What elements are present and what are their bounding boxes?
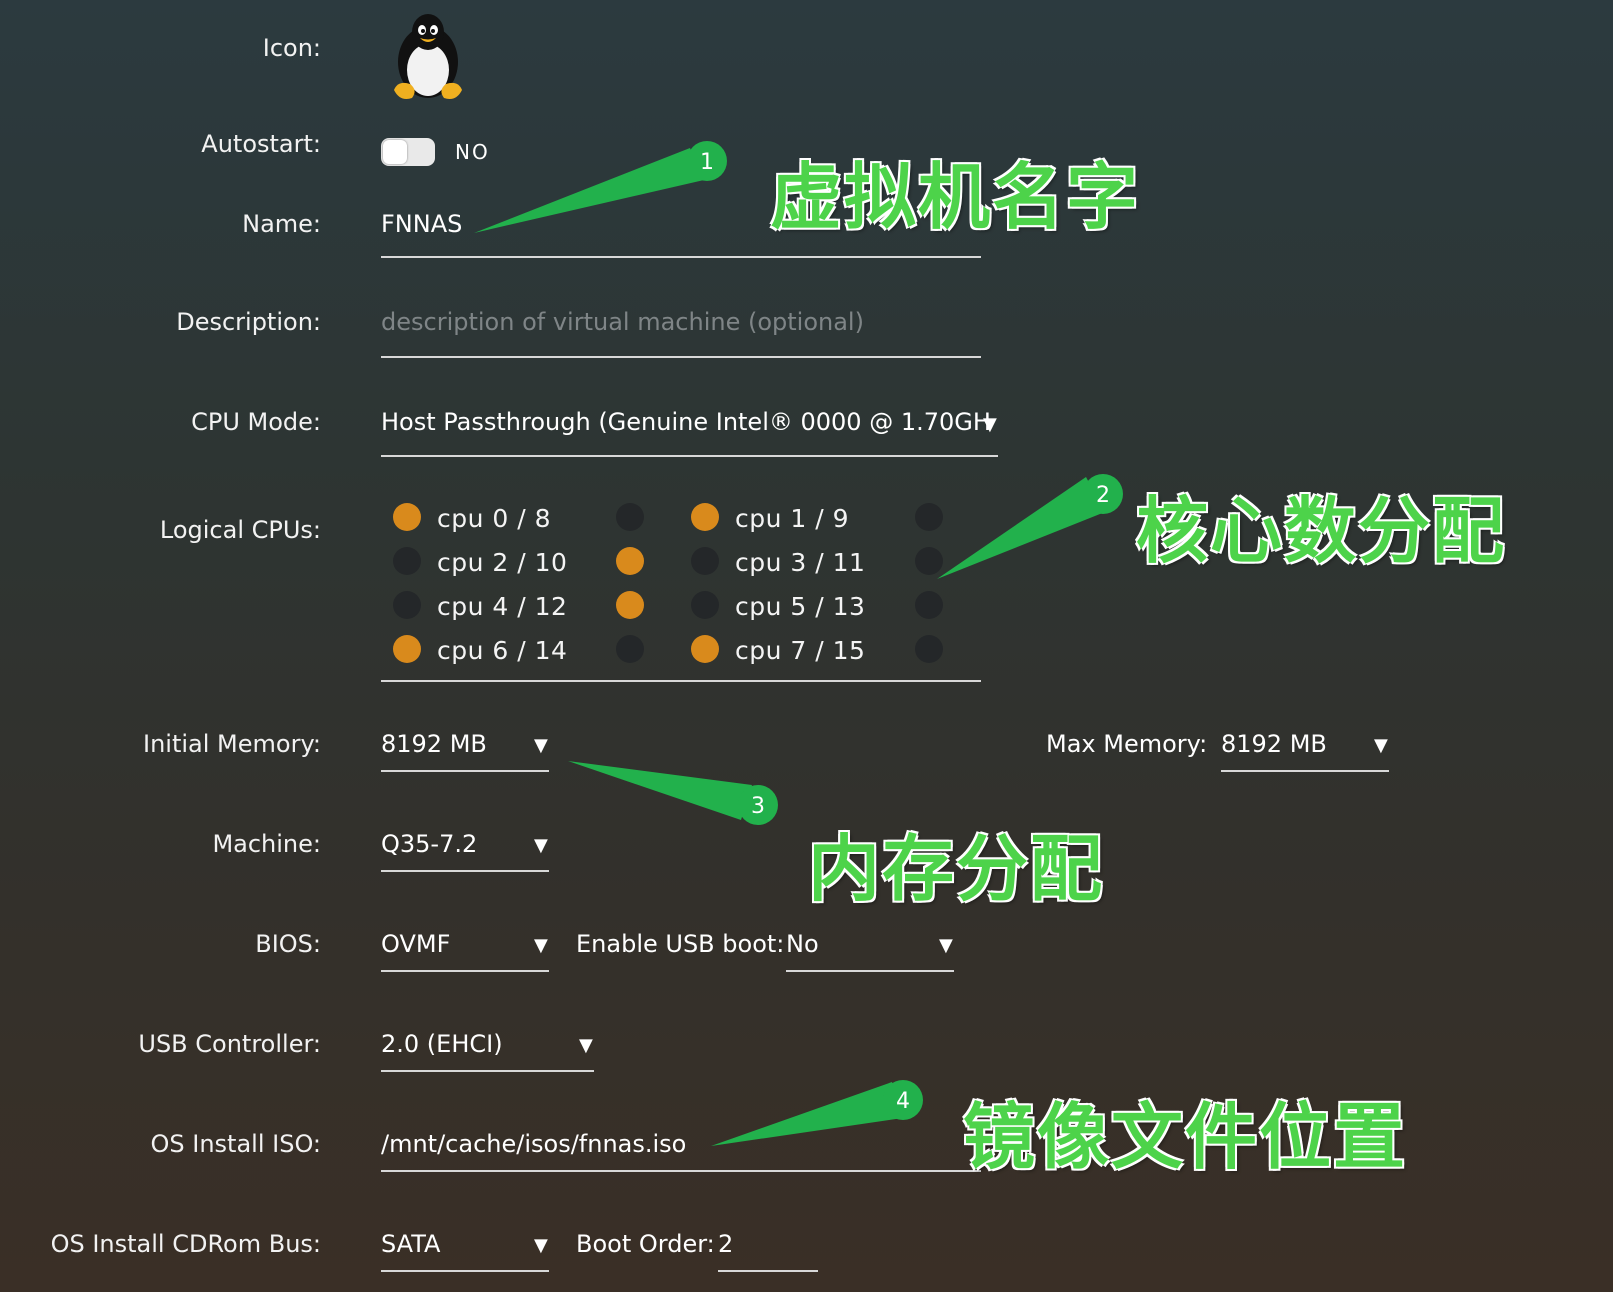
annotation-1-caption: 虚拟机名字 [770, 155, 1141, 239]
callout-2: 2 [937, 474, 1123, 579]
callout-2-number: 2 [1096, 483, 1110, 508]
callout-1: 1 [474, 141, 727, 233]
annotation-4-caption: 镜像文件位置 [963, 1095, 1408, 1179]
callout-3-number: 3 [751, 794, 765, 819]
callout-4: 4 [711, 1080, 923, 1146]
callout-4-number: 4 [896, 1089, 910, 1114]
callout-3: 3 [568, 761, 778, 825]
annotation-2-caption: 核心数分配 [1136, 489, 1507, 573]
annotation-3-caption: 内存分配 [808, 827, 1105, 911]
callout-1-number: 1 [700, 150, 714, 175]
